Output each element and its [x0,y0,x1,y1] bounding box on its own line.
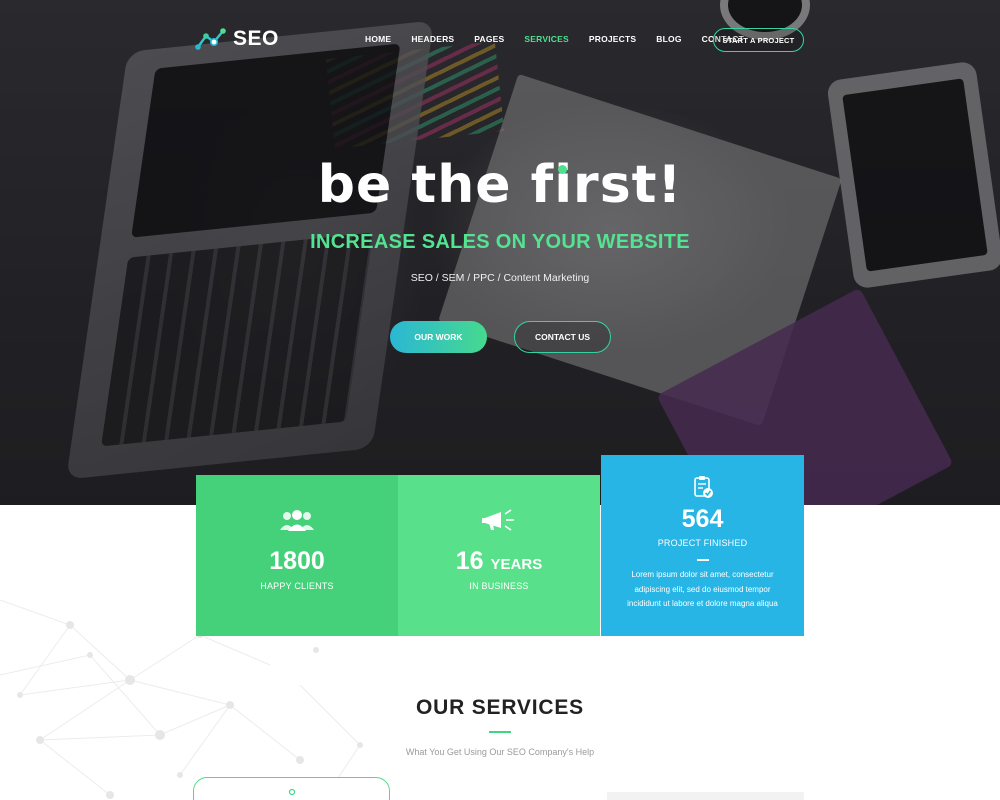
stat-years-in-business: 16 YEARS IN BUSINESS [398,475,600,636]
stat-label: PROJECT FINISHED [657,538,748,548]
services-title: OUR SERVICES [416,696,584,719]
stat-number-value: 16 [455,547,484,575]
stat-divider [696,559,709,561]
service-card[interactable] [193,777,390,800]
nav-home[interactable]: HOME [365,34,391,44]
nav-blog[interactable]: BLOG [656,34,681,44]
clipboard-check-icon [693,476,713,498]
title-accent-dot [558,165,567,174]
service-card-placeholder [607,792,804,800]
nav-headers[interactable]: HEADERS [411,34,454,44]
logo-text: SEO [233,27,279,50]
services-title-underline [489,731,511,733]
stat-happy-clients: 1800 HAPPY CLIENTS [196,475,398,636]
stat-label: IN BUSINESS [469,581,529,591]
hero-subtitle: INCREASE SALES ON YOUR WEBSITE [310,231,690,253]
stat-label: HAPPY CLIENTS [260,581,334,591]
users-icon [280,510,314,531]
stat-number: 564 [681,505,724,533]
main-nav: HOME HEADERS PAGES SERVICES PROJECTS BLO… [365,34,764,44]
nav-pages[interactable]: PAGES [474,34,504,44]
logo-mark-icon [195,28,226,50]
start-project-button[interactable]: START A PROJECT [713,28,804,52]
services-subtitle: What You Get Using Our SEO Company's Hel… [405,747,595,757]
nav-services[interactable]: SERVICES [524,34,568,44]
stat-number: 1800 [269,547,325,575]
stat-description: Lorem ipsum dolor sit amet, consectetur … [627,570,778,608]
stat-number-unit: YEARS [490,556,543,573]
nav-projects[interactable]: PROJECTS [589,34,636,44]
logo[interactable]: SEO [195,26,279,52]
hero-section: SEO HOME HEADERS PAGES SERVICES PROJECTS… [0,0,1000,505]
stat-number: 16 YEARS [398,547,600,576]
hero-title: be the first! [317,155,683,215]
service-icon [288,788,296,796]
stat-projects-finished: 564 PROJECT FINISHED Lorem ipsum dolor s… [601,455,804,636]
our-work-button[interactable]: OUR WORK [390,321,487,353]
megaphone-icon [482,509,514,531]
hero-tags: SEO / SEM / PPC / Content Marketing [410,272,590,284]
contact-us-button[interactable]: CONTACT US [514,321,611,353]
